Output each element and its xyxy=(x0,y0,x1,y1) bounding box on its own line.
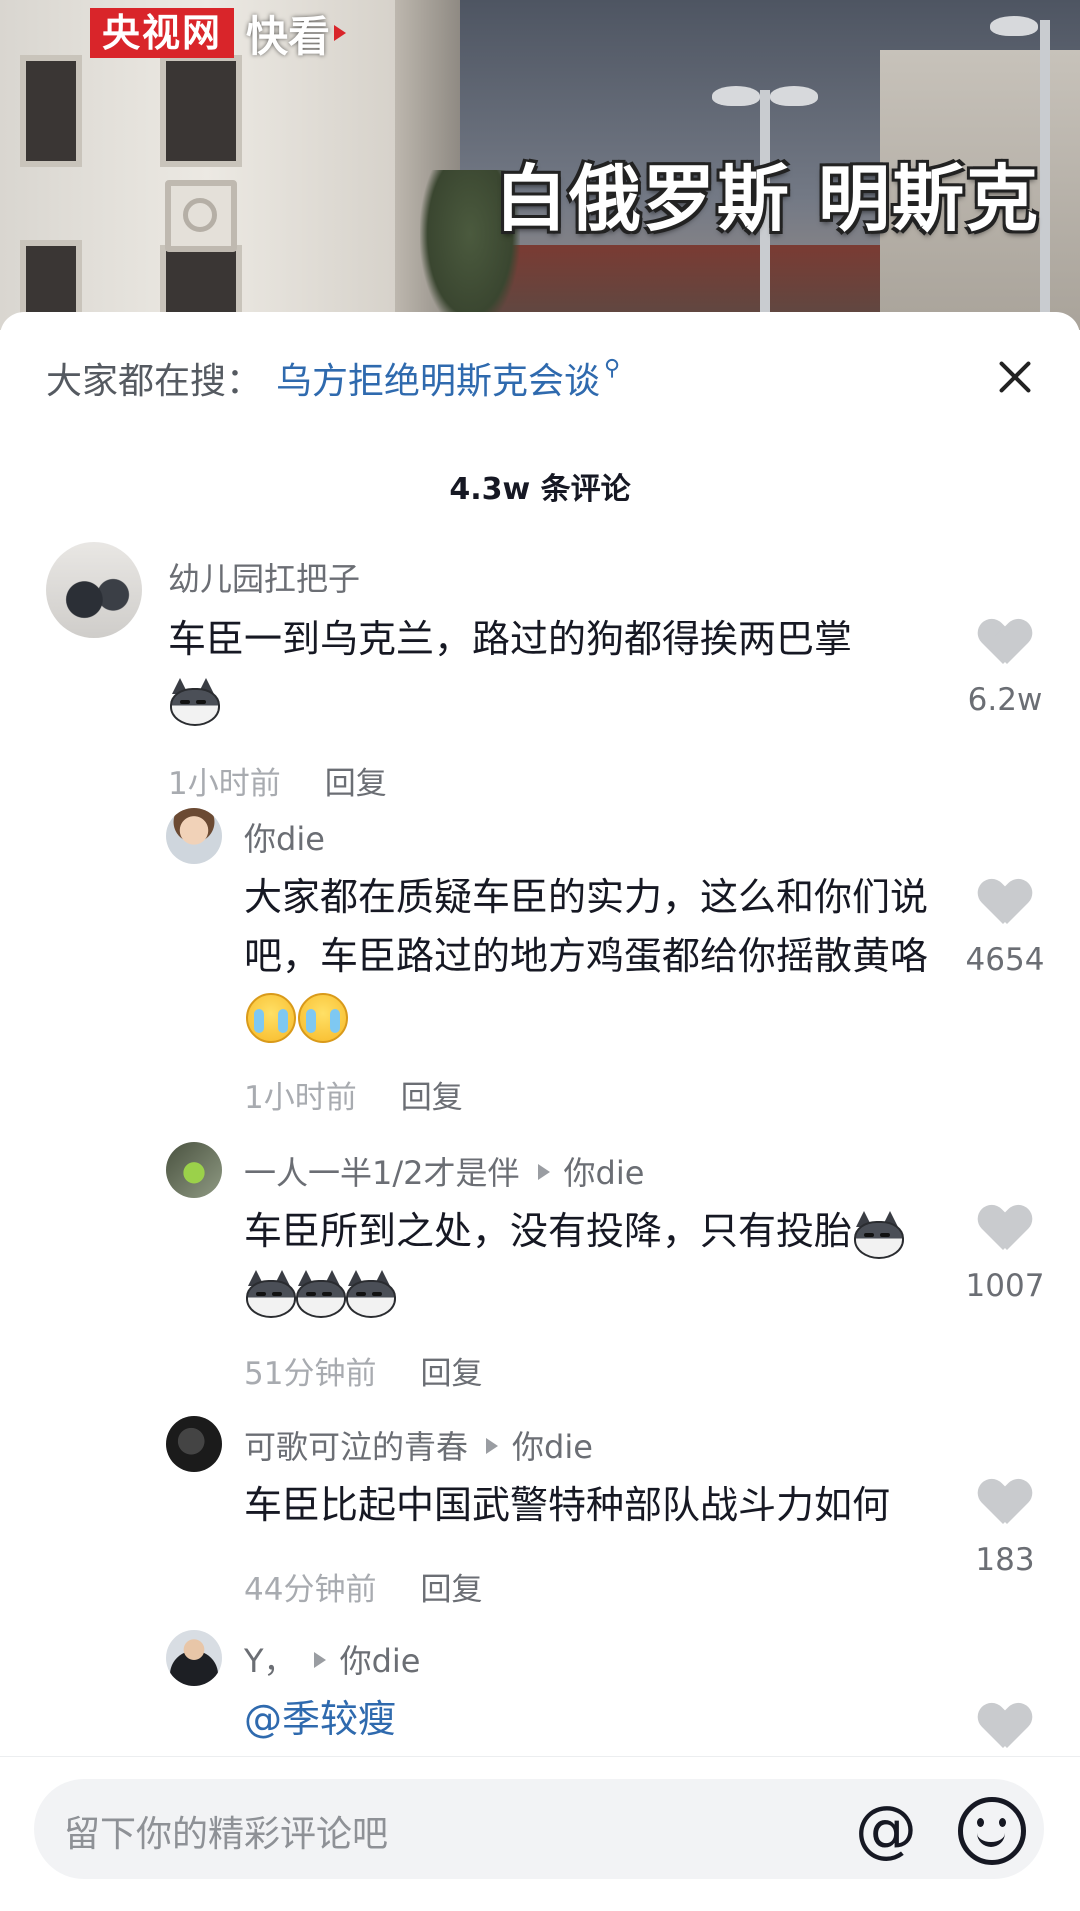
avatar[interactable] xyxy=(46,542,142,638)
reply-to-user[interactable]: 你die xyxy=(512,1428,593,1466)
like-count: 183 xyxy=(975,1542,1035,1578)
comment-username-text: 可歌可泣的青春 xyxy=(244,1428,469,1466)
heart-icon[interactable] xyxy=(979,880,1031,926)
reply-button[interactable]: 回复 xyxy=(325,766,387,802)
comment-sheet: 大家都在搜： 乌方拒绝明斯克会谈 ⚲ 4.3w 条评论 幼儿园扛把子 车臣一到乌… xyxy=(0,312,1080,1910)
comment-username[interactable]: 你die xyxy=(244,814,325,860)
comment-username[interactable]: 一人一半1/2才是伴 你die xyxy=(244,1148,644,1194)
video-player[interactable]: 央视网 快看 白俄罗斯 明斯克 xyxy=(0,0,1080,330)
comment-text: 车臣比起中国武警特种部队战斗力如何 xyxy=(244,1483,891,1527)
husky-emoji-icon xyxy=(244,1269,296,1318)
comment-input-bar: 留下你的精彩评论吧 @ xyxy=(0,1756,1080,1911)
comment-count: 4.3w 条评论 xyxy=(449,472,631,507)
reply-arrow-icon xyxy=(537,1164,550,1180)
comment-meta: 51分钟前 回复 xyxy=(244,1348,482,1393)
comment-text-body: 大家都在质疑车臣的实力，这么和你们说吧，车臣路过的地方鸡蛋都给你摇散黄咯 xyxy=(244,875,929,978)
logo-white-text: 快看 xyxy=(246,11,331,61)
like-button[interactable]: 1007 xyxy=(960,1206,1050,1304)
hot-search-term[interactable]: 乌方拒绝明斯克会谈 xyxy=(276,352,600,404)
comment-username[interactable]: 幼儿园扛把子 xyxy=(168,554,360,600)
cctv-logo: 央视网 快看 xyxy=(90,8,347,61)
video-caption: 白俄罗斯 明斯克 xyxy=(494,157,1040,241)
heart-icon[interactable] xyxy=(979,1480,1031,1526)
avatar[interactable] xyxy=(166,1416,222,1472)
like-button[interactable]: 4654 xyxy=(960,880,1050,978)
like-button[interactable] xyxy=(960,1704,1050,1750)
play-icon xyxy=(334,25,347,41)
comment-meta: 44分钟前 回复 xyxy=(244,1564,482,1609)
like-button[interactable]: 6.2w xyxy=(960,620,1050,718)
husky-emoji-icon xyxy=(852,1210,905,1259)
comment-username-text: Y， xyxy=(244,1642,296,1680)
search-icon: ⚲ xyxy=(604,355,621,381)
mention-link[interactable]: @季较瘦 xyxy=(244,1690,844,1749)
hot-search[interactable]: 大家都在搜： 乌方拒绝明斯克会谈 ⚲ xyxy=(46,352,620,404)
reply-arrow-icon xyxy=(313,1652,326,1668)
comment-text-body: 车臣一到乌克兰，路过的狗都得挨两巴掌 xyxy=(168,617,853,661)
comment-text: 车臣所到之处，没有投降，只有投胎 xyxy=(244,1202,974,1320)
comment-text: 车臣一到乌克兰，路过的狗都得挨两巴掌 xyxy=(168,610,928,728)
like-button[interactable]: 183 xyxy=(960,1480,1050,1578)
avatar[interactable] xyxy=(166,1142,222,1198)
comment-time: 1小时前 xyxy=(168,766,281,802)
reply-button[interactable]: 回复 xyxy=(420,1572,482,1608)
like-count: 1007 xyxy=(965,1268,1045,1304)
crying-emoji-icon xyxy=(246,992,296,1043)
avatar[interactable] xyxy=(166,1630,222,1686)
reply-to-user[interactable]: 你die xyxy=(564,1154,645,1192)
video-window xyxy=(160,55,242,167)
husky-emoji-icon xyxy=(294,1269,346,1318)
comment-input[interactable]: 留下你的精彩评论吧 @ xyxy=(34,1779,1044,1879)
comment-meta: 1小时前 回复 xyxy=(244,1072,463,1117)
video-ornament xyxy=(165,180,237,252)
reply-button[interactable]: 回复 xyxy=(420,1356,482,1392)
video-lamp-post xyxy=(1040,20,1050,330)
comment-username[interactable]: Y， 你die xyxy=(244,1636,420,1682)
like-count: 4654 xyxy=(965,942,1045,978)
comment-text: 大家都在质疑车臣的实力，这么和你们说吧，车臣路过的地方鸡蛋都给你摇散黄咯 xyxy=(244,868,956,1045)
avatar[interactable] xyxy=(166,808,222,864)
reply-arrow-icon xyxy=(486,1438,499,1454)
husky-emoji-icon xyxy=(168,677,220,726)
close-button[interactable] xyxy=(990,352,1040,402)
hot-search-label: 大家都在搜： xyxy=(46,361,263,402)
comment-input-placeholder: 留下你的精彩评论吧 xyxy=(64,1814,389,1855)
comment-username-text: 一人一半1/2才是伴 xyxy=(244,1154,520,1192)
reply-to-user[interactable]: 你die xyxy=(340,1642,421,1680)
video-lamp xyxy=(712,86,760,106)
reply-button[interactable]: 回复 xyxy=(401,1080,463,1116)
video-window xyxy=(20,55,82,167)
like-count: 6.2w xyxy=(967,682,1043,718)
heart-icon[interactable] xyxy=(979,1206,1031,1252)
comment-time: 44分钟前 xyxy=(244,1572,377,1608)
comment-username[interactable]: 可歌可泣的青春 你die xyxy=(244,1422,593,1468)
video-lamp xyxy=(770,86,818,106)
crying-emoji-icon xyxy=(298,992,348,1043)
husky-emoji-icon xyxy=(344,1269,396,1318)
comment-text-body: 车臣所到之处，没有投降，只有投胎 xyxy=(244,1209,853,1253)
comment-time: 51分钟前 xyxy=(244,1356,377,1392)
video-lamp xyxy=(990,16,1038,36)
heart-icon[interactable] xyxy=(979,1704,1031,1750)
comment-time: 1小时前 xyxy=(244,1080,357,1116)
comment-meta: 1小时前 回复 xyxy=(168,758,387,803)
at-mention-icon[interactable]: @ xyxy=(850,1793,922,1865)
heart-icon[interactable] xyxy=(979,620,1031,666)
emoji-icon[interactable] xyxy=(958,1797,1026,1865)
logo-red-text: 央视网 xyxy=(90,8,235,58)
